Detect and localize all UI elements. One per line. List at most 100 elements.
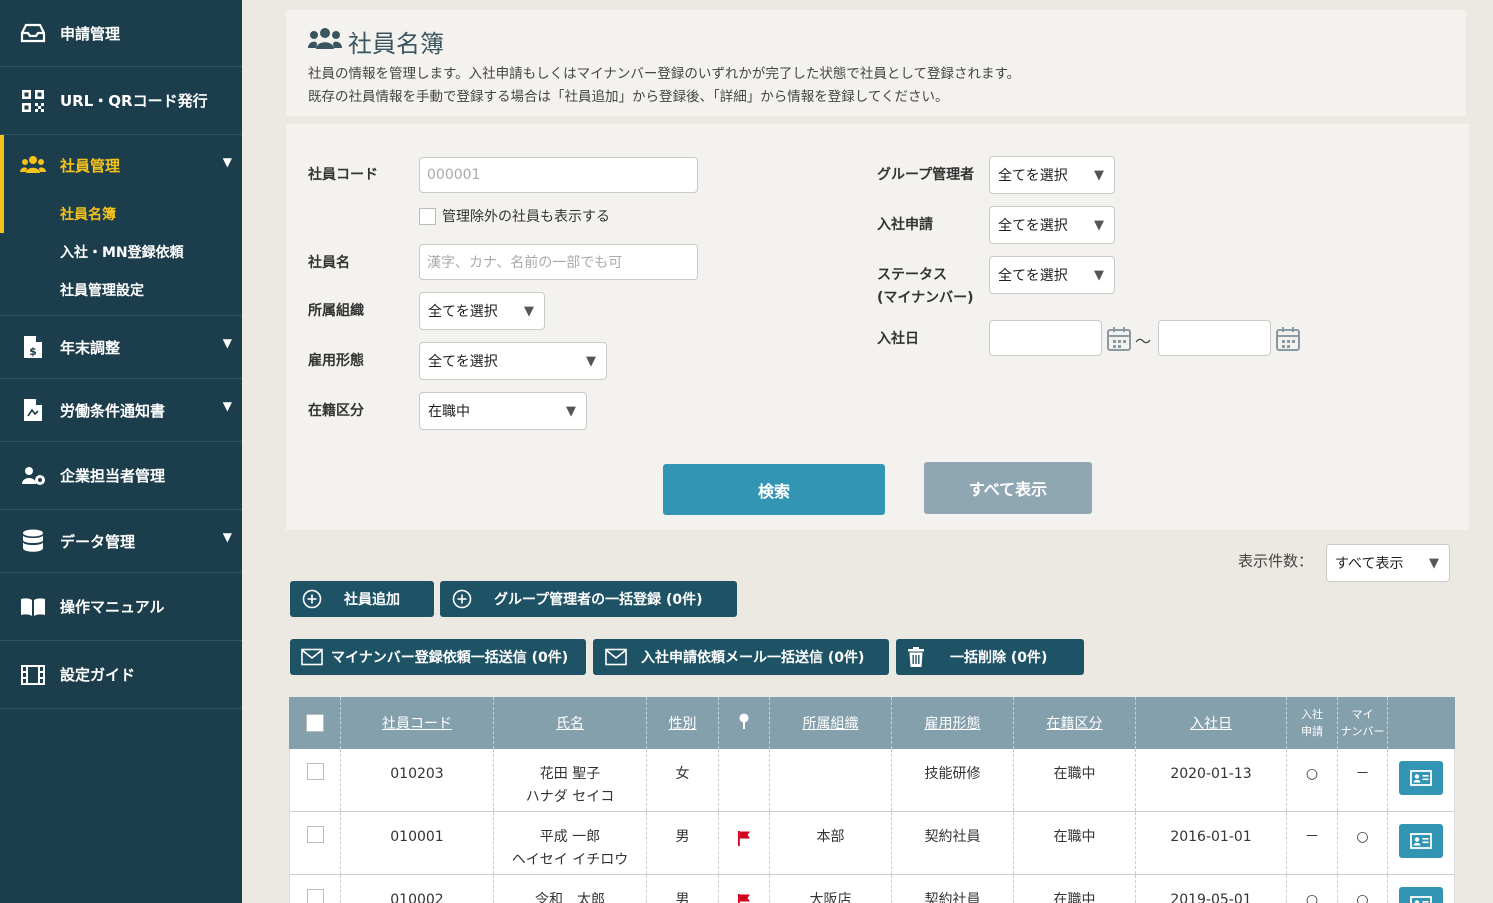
mynumber-cell: －	[1338, 749, 1388, 811]
users-icon	[20, 152, 46, 178]
bulk-mynumber-button[interactable]: マイナンバー登録依頼一括送信 (0件)	[290, 639, 586, 675]
org-select-value: 全てを選択	[428, 304, 498, 320]
sidebar: 申請管理 URL・QRコード発行 社員管理 ▼ 社員名簿 入社・MN登録依頼 社…	[0, 0, 242, 903]
sidebar-item-url-qr[interactable]: URL・QRコード発行	[0, 67, 242, 135]
subnav-join-mn-request[interactable]: 入社・MN登録依頼	[0, 233, 242, 271]
calendar-icon[interactable]	[1275, 326, 1301, 352]
employee-code-input[interactable]: 000001	[419, 157, 698, 193]
employee-table: 社員コード 氏名 性別 所属組織 雇用形態 在籍区分 入社日 入社 申請 マイ …	[289, 697, 1455, 903]
sidebar-item-setup-guide[interactable]: 設定ガイド	[0, 641, 242, 709]
sidebar-item-employee-management[interactable]: 社員管理 ▼	[0, 135, 242, 195]
join-date-to-input[interactable]	[1158, 320, 1271, 356]
org-cell	[770, 749, 892, 811]
table-header: 社員コード 氏名 性別 所属組織 雇用形態 在籍区分 入社日 入社 申請 マイ …	[289, 697, 1455, 749]
employee-gender: 男	[675, 892, 690, 903]
row-checkbox[interactable]	[306, 889, 324, 903]
page-title: 社員名簿	[308, 24, 1444, 59]
sidebar-item-label: 労働条件通知書	[60, 401, 166, 420]
sidebar-item-year-end[interactable]: $ 年末調整 ▼	[0, 316, 242, 379]
select-all-checkbox[interactable]	[305, 714, 324, 732]
employee-submenu: 社員名簿 入社・MN登録依頼 社員管理設定	[0, 195, 242, 316]
column-header-code[interactable]: 社員コード	[341, 697, 494, 749]
header-line: 入社	[1301, 708, 1323, 721]
enrollment-select[interactable]: 在職中 ▼	[419, 392, 587, 430]
date-range-separator: ～	[1135, 332, 1152, 351]
employee-code-label: 社員コード	[308, 167, 378, 183]
employee-name-input[interactable]: 漢字、カナ、名前の一部でも可	[419, 244, 698, 280]
employee-code: 010203	[390, 766, 444, 782]
employment-type-select[interactable]: 全てを選択 ▼	[419, 342, 607, 380]
sidebar-item-labor-notice[interactable]: 労働条件通知書 ▼	[0, 379, 242, 442]
sidebar-item-applications[interactable]: 申請管理	[0, 0, 242, 67]
gender-cell: 男	[647, 875, 719, 903]
show-excluded-option[interactable]: 管理除外の社員も表示する	[419, 206, 610, 226]
mynumber-cell: ○	[1338, 812, 1388, 874]
caret-down-icon: ▼	[1094, 218, 1104, 233]
header-line: マイ	[1351, 708, 1374, 721]
status-label-line: (マイナンバー)	[877, 290, 974, 306]
column-header-org[interactable]: 所属組織	[770, 697, 892, 749]
employee-kana: ハナダ セイコ	[525, 789, 615, 805]
sidebar-item-manual[interactable]: 操作マニュアル	[0, 573, 242, 641]
enrollment-label: 在籍区分	[308, 403, 364, 419]
detail-button[interactable]	[1398, 824, 1443, 858]
group-admin-select[interactable]: 全てを選択 ▼	[989, 156, 1115, 194]
status-select[interactable]: 全てを選択 ▼	[989, 256, 1115, 294]
row-checkbox[interactable]	[306, 763, 324, 780]
column-header-join-date[interactable]: 入社日	[1136, 697, 1287, 749]
table-row[interactable]: 010001 平成 一郎 ヘイセイ イチロウ 男 本部 契約社員 在職中 2016…	[289, 812, 1455, 875]
join-application-select[interactable]: 全てを選択 ▼	[989, 206, 1115, 244]
code-cell: 010001	[341, 812, 494, 874]
id-card-icon	[1409, 896, 1432, 903]
detail-button[interactable]	[1398, 887, 1443, 903]
subnav-employee-list[interactable]: 社員名簿	[0, 195, 242, 233]
row-select-cell	[290, 875, 341, 903]
employment-cell: 契約社員	[892, 875, 1014, 903]
column-header-pin[interactable]	[719, 697, 770, 749]
row-select-cell	[290, 812, 341, 874]
show-excluded-checkbox[interactable]	[419, 207, 436, 225]
envelope-icon	[301, 648, 323, 666]
sidebar-item-label: 設定ガイド	[60, 666, 136, 684]
org-select[interactable]: 全てを選択 ▼	[419, 292, 545, 330]
employee-join-date: 2019-05-01	[1170, 892, 1252, 903]
employee-employment: 契約社員	[924, 892, 981, 903]
sidebar-item-data-management[interactable]: データ管理 ▼	[0, 510, 242, 573]
employment-type-value: 全てを選択	[428, 354, 498, 370]
join-app-status: ○	[1305, 892, 1319, 903]
id-card-icon	[1409, 833, 1432, 849]
row-checkbox[interactable]	[306, 826, 324, 843]
code-cell: 010203	[341, 749, 494, 811]
subnav-employee-settings[interactable]: 社員管理設定	[0, 271, 242, 309]
column-header-name[interactable]: 氏名	[494, 697, 647, 749]
table-row[interactable]: 010203 花田 聖子 ハナダ セイコ 女 技能研修 在職中 2020-01-1…	[289, 749, 1455, 812]
bulk-join-mail-button[interactable]: 入社申請依頼メール一括送信 (0件)	[593, 639, 889, 675]
svg-text:$: $	[29, 345, 37, 358]
detail-button[interactable]	[1398, 761, 1443, 795]
search-button[interactable]: 検索	[663, 464, 885, 515]
add-employee-button[interactable]: 社員追加	[290, 581, 434, 617]
calendar-icon[interactable]	[1106, 326, 1132, 352]
employee-org: 大阪店	[809, 892, 852, 903]
column-header-enrollment[interactable]: 在籍区分	[1014, 697, 1136, 749]
employee-join-date: 2016-01-01	[1170, 829, 1252, 845]
bulk-join-mail-label: 入社申請依頼メール一括送信 (0件)	[641, 650, 865, 666]
join-date-from-input[interactable]	[989, 320, 1102, 356]
bulk-group-admin-button[interactable]: グループ管理者の一括登録 (0件)	[440, 581, 737, 617]
sidebar-item-company-admins[interactable]: 企業担当者管理	[0, 442, 242, 510]
employee-gender: 男	[675, 829, 690, 845]
column-header-employment[interactable]: 雇用形態	[892, 697, 1014, 749]
column-header-gender[interactable]: 性別	[647, 697, 719, 749]
add-employee-label: 社員追加	[344, 592, 400, 608]
trash-icon	[908, 647, 924, 667]
display-count-value: すべて表示	[1335, 556, 1404, 572]
bulk-delete-button[interactable]: 一括削除 (0件)	[896, 639, 1084, 675]
show-excluded-label: 管理除外の社員も表示する	[442, 209, 610, 225]
join-app-status: ○	[1305, 766, 1319, 782]
show-all-button[interactable]: すべて表示	[924, 462, 1092, 514]
table-row[interactable]: 010002 令和 太郎 男 大阪店 契約社員 在職中 2019-05-01 ○…	[289, 875, 1455, 903]
display-count-select[interactable]: すべて表示 ▼	[1326, 544, 1450, 582]
plus-circle-icon	[452, 589, 472, 609]
actions-cell	[1388, 812, 1453, 874]
employee-employment: 契約社員	[924, 829, 981, 845]
